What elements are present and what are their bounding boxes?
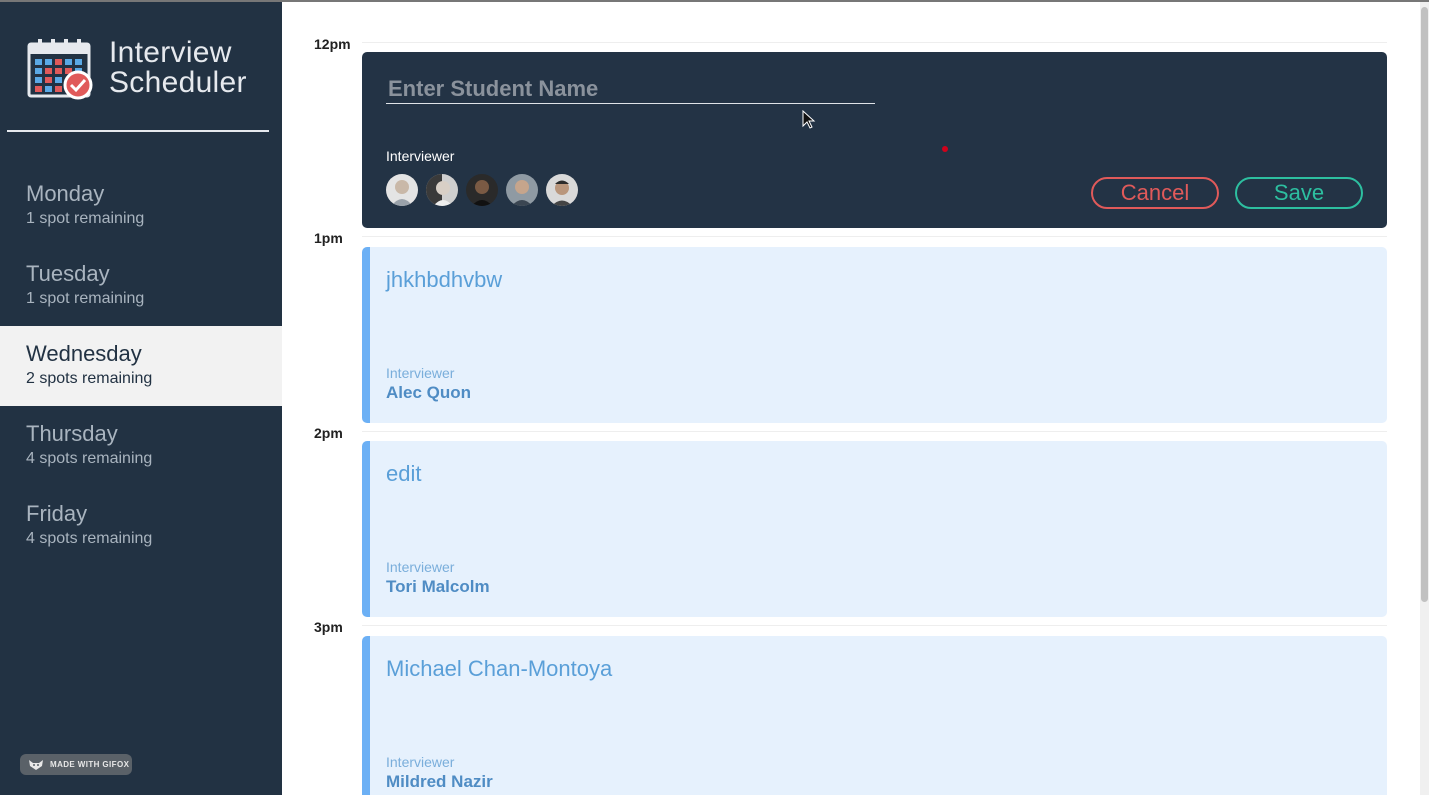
sidebar: Interview Scheduler Monday 1 spot remain… — [0, 0, 282, 795]
interviewer-avatar-5[interactable] — [546, 174, 578, 206]
time-label-3pm: 3pm — [314, 619, 343, 635]
interviewer-avatar-1[interactable] — [386, 174, 418, 206]
day-name: Wednesday — [26, 341, 142, 366]
appointment-interviewer-name: Alec Quon — [386, 383, 472, 402]
interviewer-avatar-3[interactable] — [466, 174, 498, 206]
appointment-interviewer-label: Interviewer — [386, 754, 455, 770]
schedule: 12pm Interviewer — [282, 0, 1420, 795]
window-top-border — [0, 0, 1429, 2]
appointment-card[interactable]: edit Interviewer Tori Malcolm — [362, 441, 1387, 617]
appointment-card[interactable]: jhkhbdhvbw Interviewer Alec Quon — [362, 247, 1387, 423]
appointment-interviewer-name: Mildred Nazir — [386, 772, 493, 791]
time-divider — [362, 42, 1387, 43]
time-divider — [362, 431, 1387, 432]
day-item-thursday[interactable]: Thursday 4 spots remaining — [0, 406, 282, 486]
day-name: Monday — [26, 181, 105, 206]
save-button[interactable]: Save — [1235, 177, 1363, 209]
interviewer-avatar-4[interactable] — [506, 174, 538, 206]
calendar-check-icon — [27, 39, 93, 100]
appointment-interviewer-label: Interviewer — [386, 365, 455, 381]
appointment-interviewer-name: Tori Malcolm — [386, 577, 490, 596]
day-item-friday[interactable]: Friday 4 spots remaining — [0, 486, 282, 566]
interviewer-avatar-2[interactable] — [426, 174, 458, 206]
app-title-line2: Scheduler — [109, 66, 247, 99]
day-name: Friday — [26, 501, 88, 526]
day-item-tuesday[interactable]: Tuesday 1 spot remaining — [0, 246, 282, 326]
time-label-2pm: 2pm — [314, 425, 343, 441]
gifox-badge-text: MADE WITH GIFOX — [50, 760, 130, 769]
student-name-input[interactable] — [386, 74, 875, 104]
day-item-wednesday[interactable]: Wednesday 2 spots remaining — [0, 326, 282, 406]
time-divider — [362, 236, 1387, 237]
day-item-monday[interactable]: Monday 1 spot remaining — [0, 166, 282, 246]
day-name: Thursday — [26, 421, 118, 446]
scrollbar[interactable] — [1420, 2, 1429, 795]
appointment-student: edit — [386, 461, 422, 486]
appointment-card[interactable]: Michael Chan-Montoya Interviewer Mildred… — [362, 636, 1387, 795]
cancel-button[interactable]: Cancel — [1091, 177, 1219, 209]
time-label-1pm: 1pm — [314, 230, 343, 246]
scrollbar-thumb[interactable] — [1421, 7, 1428, 602]
day-name: Tuesday — [26, 261, 110, 286]
fox-icon — [29, 759, 43, 770]
day-spots: 1 spot remaining — [26, 210, 145, 227]
appointment-student: Michael Chan-Montoya — [386, 656, 613, 681]
day-spots: 4 spots remaining — [26, 450, 153, 467]
appointment-interviewer-label: Interviewer — [386, 559, 455, 575]
mouse-cursor-icon — [802, 110, 816, 129]
day-spots: 4 spots remaining — [26, 530, 153, 547]
red-dot-marker — [942, 146, 948, 152]
day-list: Monday 1 spot remaining Tuesday 1 spot r… — [0, 166, 282, 566]
interviewer-list — [386, 174, 578, 206]
app-title: Interview Scheduler — [109, 38, 247, 98]
app-title-line1: Interview — [109, 36, 232, 69]
interviewer-label: Interviewer — [386, 148, 455, 164]
day-spots: 2 spots remaining — [26, 370, 153, 387]
gifox-badge: MADE WITH GIFOX — [20, 754, 132, 775]
time-label-12pm: 12pm — [314, 36, 351, 52]
time-divider — [362, 625, 1387, 626]
appointment-form: Interviewer — [362, 52, 1387, 228]
appointment-student: jhkhbdhvbw — [386, 267, 503, 292]
sidebar-divider — [7, 130, 269, 132]
day-spots: 1 spot remaining — [26, 290, 145, 307]
